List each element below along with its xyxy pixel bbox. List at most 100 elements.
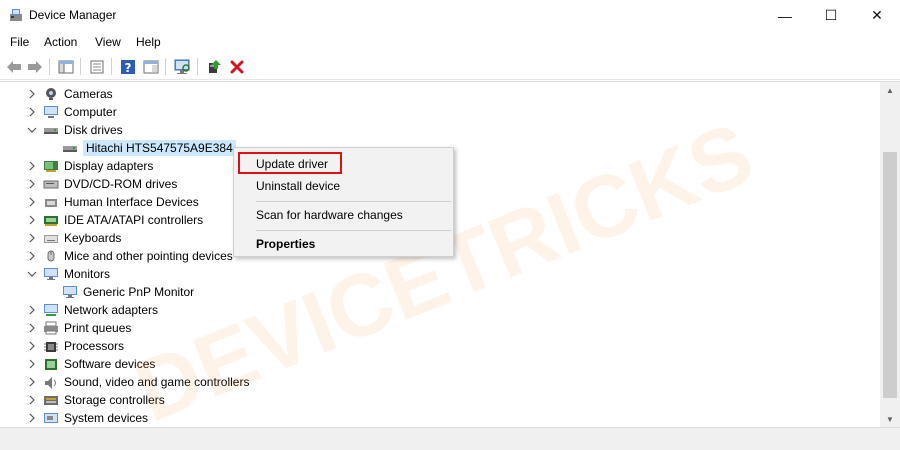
scan-hardware-icon <box>174 59 190 74</box>
system-device-icon <box>44 413 58 423</box>
tree-item-label: Generic PnP Monitor <box>83 285 195 299</box>
uninstall-device-toolbar-button[interactable] <box>227 57 247 76</box>
forward-arrow-icon <box>28 60 42 73</box>
show-hide-console-tree-button[interactable] <box>56 57 76 76</box>
tree-item-label: Sound, video and game controllers <box>64 375 250 389</box>
properties-sheet-icon <box>90 60 104 73</box>
help-button[interactable]: ? <box>118 57 138 76</box>
scroll-down-arrow-icon[interactable]: ▼ <box>880 411 900 428</box>
tree-category-item[interactable]: Computer <box>0 103 880 121</box>
ide-controller-icon <box>44 216 58 226</box>
update-driver-toolbar-button[interactable] <box>204 57 224 76</box>
tree-category-item[interactable]: Processors <box>0 337 880 355</box>
chevron-right-icon[interactable] <box>26 412 38 424</box>
chevron-down-icon[interactable] <box>26 268 38 280</box>
toolbar-separator <box>165 58 166 75</box>
disk-drive-icon <box>63 146 77 152</box>
tree-item-label: Mice and other pointing devices <box>64 249 233 263</box>
chevron-right-icon[interactable] <box>26 178 38 190</box>
back-button[interactable] <box>4 57 24 76</box>
speaker-icon <box>45 377 56 389</box>
window-title: Device Manager <box>29 8 117 22</box>
minimize-icon: — <box>778 7 792 24</box>
context-separator <box>256 201 451 202</box>
minimize-button[interactable]: — <box>762 0 808 31</box>
title-bar: Device Manager — ☐ ✕ <box>0 0 900 31</box>
display-adapter-icon <box>44 161 58 172</box>
maximize-button[interactable]: ☐ <box>808 0 854 31</box>
tree-item-label: Network adapters <box>64 303 159 317</box>
chevron-right-icon[interactable] <box>26 88 38 100</box>
vertical-scrollbar[interactable]: ▲ ▼ <box>880 82 900 428</box>
context-properties[interactable]: Properties <box>256 237 315 251</box>
toolbar-separator <box>80 58 81 75</box>
tree-item-label: Disk drives <box>64 123 123 137</box>
tree-item-label: Display adapters <box>64 159 154 173</box>
forward-button[interactable] <box>25 57 45 76</box>
status-bar <box>0 427 900 450</box>
tree-category-item[interactable]: Print queues <box>0 319 880 337</box>
scan-hardware-button[interactable] <box>172 57 192 76</box>
tree-category-item[interactable]: Disk drives <box>0 121 880 139</box>
monitor-icon <box>44 268 58 280</box>
toolbar-separator <box>49 58 50 75</box>
scroll-up-arrow-icon[interactable]: ▲ <box>880 82 900 99</box>
update-driver-icon <box>209 59 221 73</box>
back-arrow-icon <box>7 60 21 73</box>
printer-icon <box>44 321 58 335</box>
chevron-right-icon[interactable] <box>26 394 38 406</box>
software-device-icon <box>45 359 57 370</box>
properties-button[interactable] <box>87 57 107 76</box>
chevron-right-icon[interactable] <box>26 304 38 316</box>
action-pane-icon <box>143 60 159 73</box>
processor-icon <box>44 342 58 352</box>
tree-category-item[interactable]: Monitors <box>0 265 880 283</box>
device-manager-icon <box>10 9 22 21</box>
hid-icon <box>45 199 57 207</box>
context-separator <box>256 230 451 231</box>
disk-drive-icon <box>44 128 58 134</box>
tree-item-label: Computer <box>64 105 117 119</box>
tree-category-item[interactable]: Storage controllers <box>0 391 880 409</box>
tree-item-label: Hitachi HTS547575A9E384 <box>83 140 236 156</box>
menu-view[interactable]: View <box>95 35 121 49</box>
tree-category-item[interactable]: Network adapters <box>0 301 880 319</box>
chevron-right-icon[interactable] <box>26 340 38 352</box>
chevron-right-icon[interactable] <box>26 232 38 244</box>
chevron-right-icon[interactable] <box>26 376 38 388</box>
chevron-right-icon[interactable] <box>26 196 38 208</box>
keyboard-icon <box>44 235 58 243</box>
chevron-down-icon[interactable] <box>26 124 38 136</box>
scroll-thumb[interactable] <box>883 152 897 398</box>
menu-help[interactable]: Help <box>136 35 161 49</box>
menu-action[interactable]: Action <box>44 35 77 49</box>
close-icon: ✕ <box>871 7 883 23</box>
chevron-right-icon[interactable] <box>26 106 38 118</box>
context-scan-hardware[interactable]: Scan for hardware changes <box>256 208 403 222</box>
context-uninstall-device[interactable]: Uninstall device <box>256 179 340 193</box>
chevron-right-icon[interactable] <box>26 322 38 334</box>
tree-category-item[interactable]: Sound, video and game controllers <box>0 373 880 391</box>
chevron-right-icon[interactable] <box>26 358 38 370</box>
menu-file[interactable]: File <box>10 35 29 49</box>
chevron-right-icon[interactable] <box>26 160 38 172</box>
close-button[interactable]: ✕ <box>854 0 900 31</box>
tree-item-label: Print queues <box>64 321 132 335</box>
chevron-right-icon[interactable] <box>26 214 38 226</box>
action-pane-button[interactable] <box>141 57 161 76</box>
dvd-drive-icon <box>43 180 59 189</box>
tree-item-label: IDE ATA/ATAPI controllers <box>64 213 204 227</box>
tree-category-item[interactable]: Cameras <box>0 85 880 103</box>
chevron-right-icon[interactable] <box>26 250 38 262</box>
monitor-icon <box>63 286 77 298</box>
show-hide-console-tree-icon <box>58 60 74 73</box>
context-update-driver[interactable]: Update driver <box>256 157 328 171</box>
tree-item-label: DVD/CD-ROM drives <box>64 177 178 191</box>
camera-icon <box>46 88 56 100</box>
tree-item-label: Keyboards <box>64 231 122 245</box>
tree-category-item[interactable]: Software devices <box>0 355 880 373</box>
toolbar-separator <box>197 58 198 75</box>
tree-category-item[interactable]: System devices <box>0 409 880 427</box>
tree-child-item[interactable]: Generic PnP Monitor <box>0 283 880 301</box>
menu-bar: File Action View Help <box>0 31 900 53</box>
